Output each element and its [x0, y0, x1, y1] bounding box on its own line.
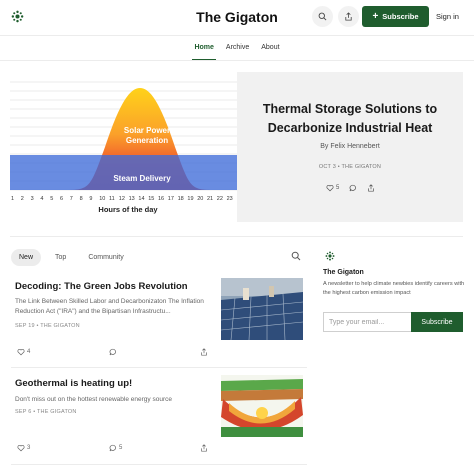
like-button[interactable]: 5	[326, 184, 339, 192]
share-icon	[201, 444, 207, 452]
comment-icon	[109, 444, 116, 452]
search-button[interactable]	[312, 6, 333, 27]
featured-divider	[10, 236, 463, 237]
tab-new[interactable]: New	[11, 249, 42, 266]
x-tick-label: 13	[129, 196, 135, 202]
x-tick-label: 21	[207, 196, 213, 202]
featured-post-actions: 5	[326, 184, 375, 192]
x-tick-label: 17	[168, 196, 174, 202]
post-description: The Link Between Skilled Labor and Decar…	[15, 298, 204, 315]
share-icon	[201, 348, 207, 356]
list-item[interactable]: Decoding: The Green Jobs Revolution The …	[11, 276, 307, 364]
x-tick-label: 10	[99, 196, 105, 202]
x-tick-label: 23	[227, 196, 233, 202]
post-thumbnail[interactable]	[221, 375, 303, 437]
comment-icon	[349, 184, 357, 192]
post-title[interactable]: Geothermal is heating up!	[15, 378, 132, 389]
x-tick-label: 18	[178, 196, 184, 202]
heart-icon	[17, 349, 25, 356]
post-title[interactable]: Decoding: The Green Jobs Revolution	[15, 281, 188, 292]
steam-delivery-band	[10, 155, 237, 190]
heart-icon	[326, 185, 334, 192]
post-divider	[11, 464, 307, 465]
x-tick-label: 12	[119, 196, 125, 202]
tab-community[interactable]: Community	[80, 249, 131, 266]
plus-icon: +	[372, 10, 379, 22]
like-button[interactable]: 3	[17, 444, 30, 452]
like-count: 4	[27, 349, 31, 355]
share-post-button[interactable]	[200, 444, 208, 452]
share-post-button[interactable]	[200, 348, 208, 356]
solar-label-line2: Generation	[126, 136, 168, 145]
comment-count: 5	[119, 445, 123, 451]
x-tick-label: 20	[197, 196, 203, 202]
x-tick-label: 22	[217, 196, 223, 202]
x-tick-label: 9	[89, 196, 92, 202]
x-tick-label: 6	[60, 196, 63, 202]
x-tick-label: 11	[109, 196, 115, 202]
x-tick-label: 14	[138, 196, 144, 202]
share-post-button[interactable]	[367, 184, 375, 192]
nav-about[interactable]: About	[261, 44, 279, 51]
sidebar-publication-name: The Gigaton	[323, 269, 364, 276]
x-tick-label: 5	[50, 196, 53, 202]
comment-button[interactable]: 5	[109, 444, 122, 452]
x-tick-label: 1	[11, 196, 14, 202]
share-icon	[345, 12, 352, 21]
steam-label: Steam Delivery	[113, 174, 171, 183]
post-divider	[11, 367, 307, 368]
x-tick-label: 2	[21, 196, 24, 202]
sidebar-subscribe-button[interactable]: Subscribe	[411, 312, 463, 332]
comment-icon	[109, 348, 116, 356]
heart-icon	[17, 445, 25, 452]
header-divider	[0, 35, 474, 36]
logo-icon	[325, 251, 335, 261]
x-tick-label: 3	[31, 196, 34, 202]
x-tick-label: 7	[70, 196, 73, 202]
subscribe-form: Subscribe	[323, 312, 463, 332]
nav-archive[interactable]: Archive	[226, 44, 249, 51]
nav-divider	[0, 60, 474, 61]
list-item[interactable]: Geothermal is heating up! Don't miss out…	[11, 372, 307, 462]
x-tick-label: 4	[40, 196, 43, 202]
signin-link[interactable]: Sign in	[436, 12, 459, 21]
comment-button[interactable]	[349, 184, 357, 192]
like-count: 3	[27, 445, 31, 451]
featured-post-author[interactable]: By Felix Hennebert	[237, 143, 463, 150]
featured-post-meta: OCT 3 • THE GIGATON	[318, 164, 382, 170]
search-icon	[318, 12, 327, 21]
nav-home[interactable]: Home	[192, 44, 217, 61]
post-filter-tabs: New Top Community	[11, 249, 132, 266]
x-axis-label: Hours of the day	[98, 205, 158, 214]
search-icon[interactable]	[291, 251, 301, 261]
x-tick-label: 15	[148, 196, 154, 202]
post-thumbnail[interactable]	[221, 278, 303, 340]
comment-button[interactable]	[109, 348, 117, 356]
tab-top[interactable]: Top	[47, 249, 74, 266]
featured-post-title[interactable]: Thermal Storage Solutions to Decarbonize…	[249, 100, 451, 138]
featured-post-panel[interactable]: Thermal Storage Solutions to Decarbonize…	[237, 72, 463, 222]
post-description: Don't miss out on the hottest renewable …	[15, 396, 172, 403]
nav-bar: Home Archive About	[0, 44, 474, 61]
subscribe-label: Subscribe	[382, 12, 419, 21]
post-meta: SEP 6 • THE GIGATON	[15, 409, 77, 415]
featured-post-image[interactable]: Solar Power Generation Steam Delivery 12…	[10, 72, 237, 222]
solar-label-line1: Solar Power	[124, 126, 170, 135]
sidebar-description: A newsletter to help climate newbies ide…	[323, 281, 465, 296]
x-tick-label: 19	[187, 196, 193, 202]
post-meta: SEP 19 • THE GIGATON	[15, 323, 80, 329]
x-tick-label: 8	[80, 196, 83, 202]
share-button[interactable]	[338, 6, 359, 27]
subscribe-button[interactable]: + Subscribe	[362, 6, 429, 27]
like-button[interactable]: 4	[17, 348, 30, 356]
x-tick-label: 16	[158, 196, 164, 202]
email-field[interactable]	[323, 312, 411, 332]
like-count: 5	[336, 185, 340, 191]
header: The Gigaton + Subscribe Sign in	[0, 0, 474, 36]
share-icon	[368, 184, 375, 192]
